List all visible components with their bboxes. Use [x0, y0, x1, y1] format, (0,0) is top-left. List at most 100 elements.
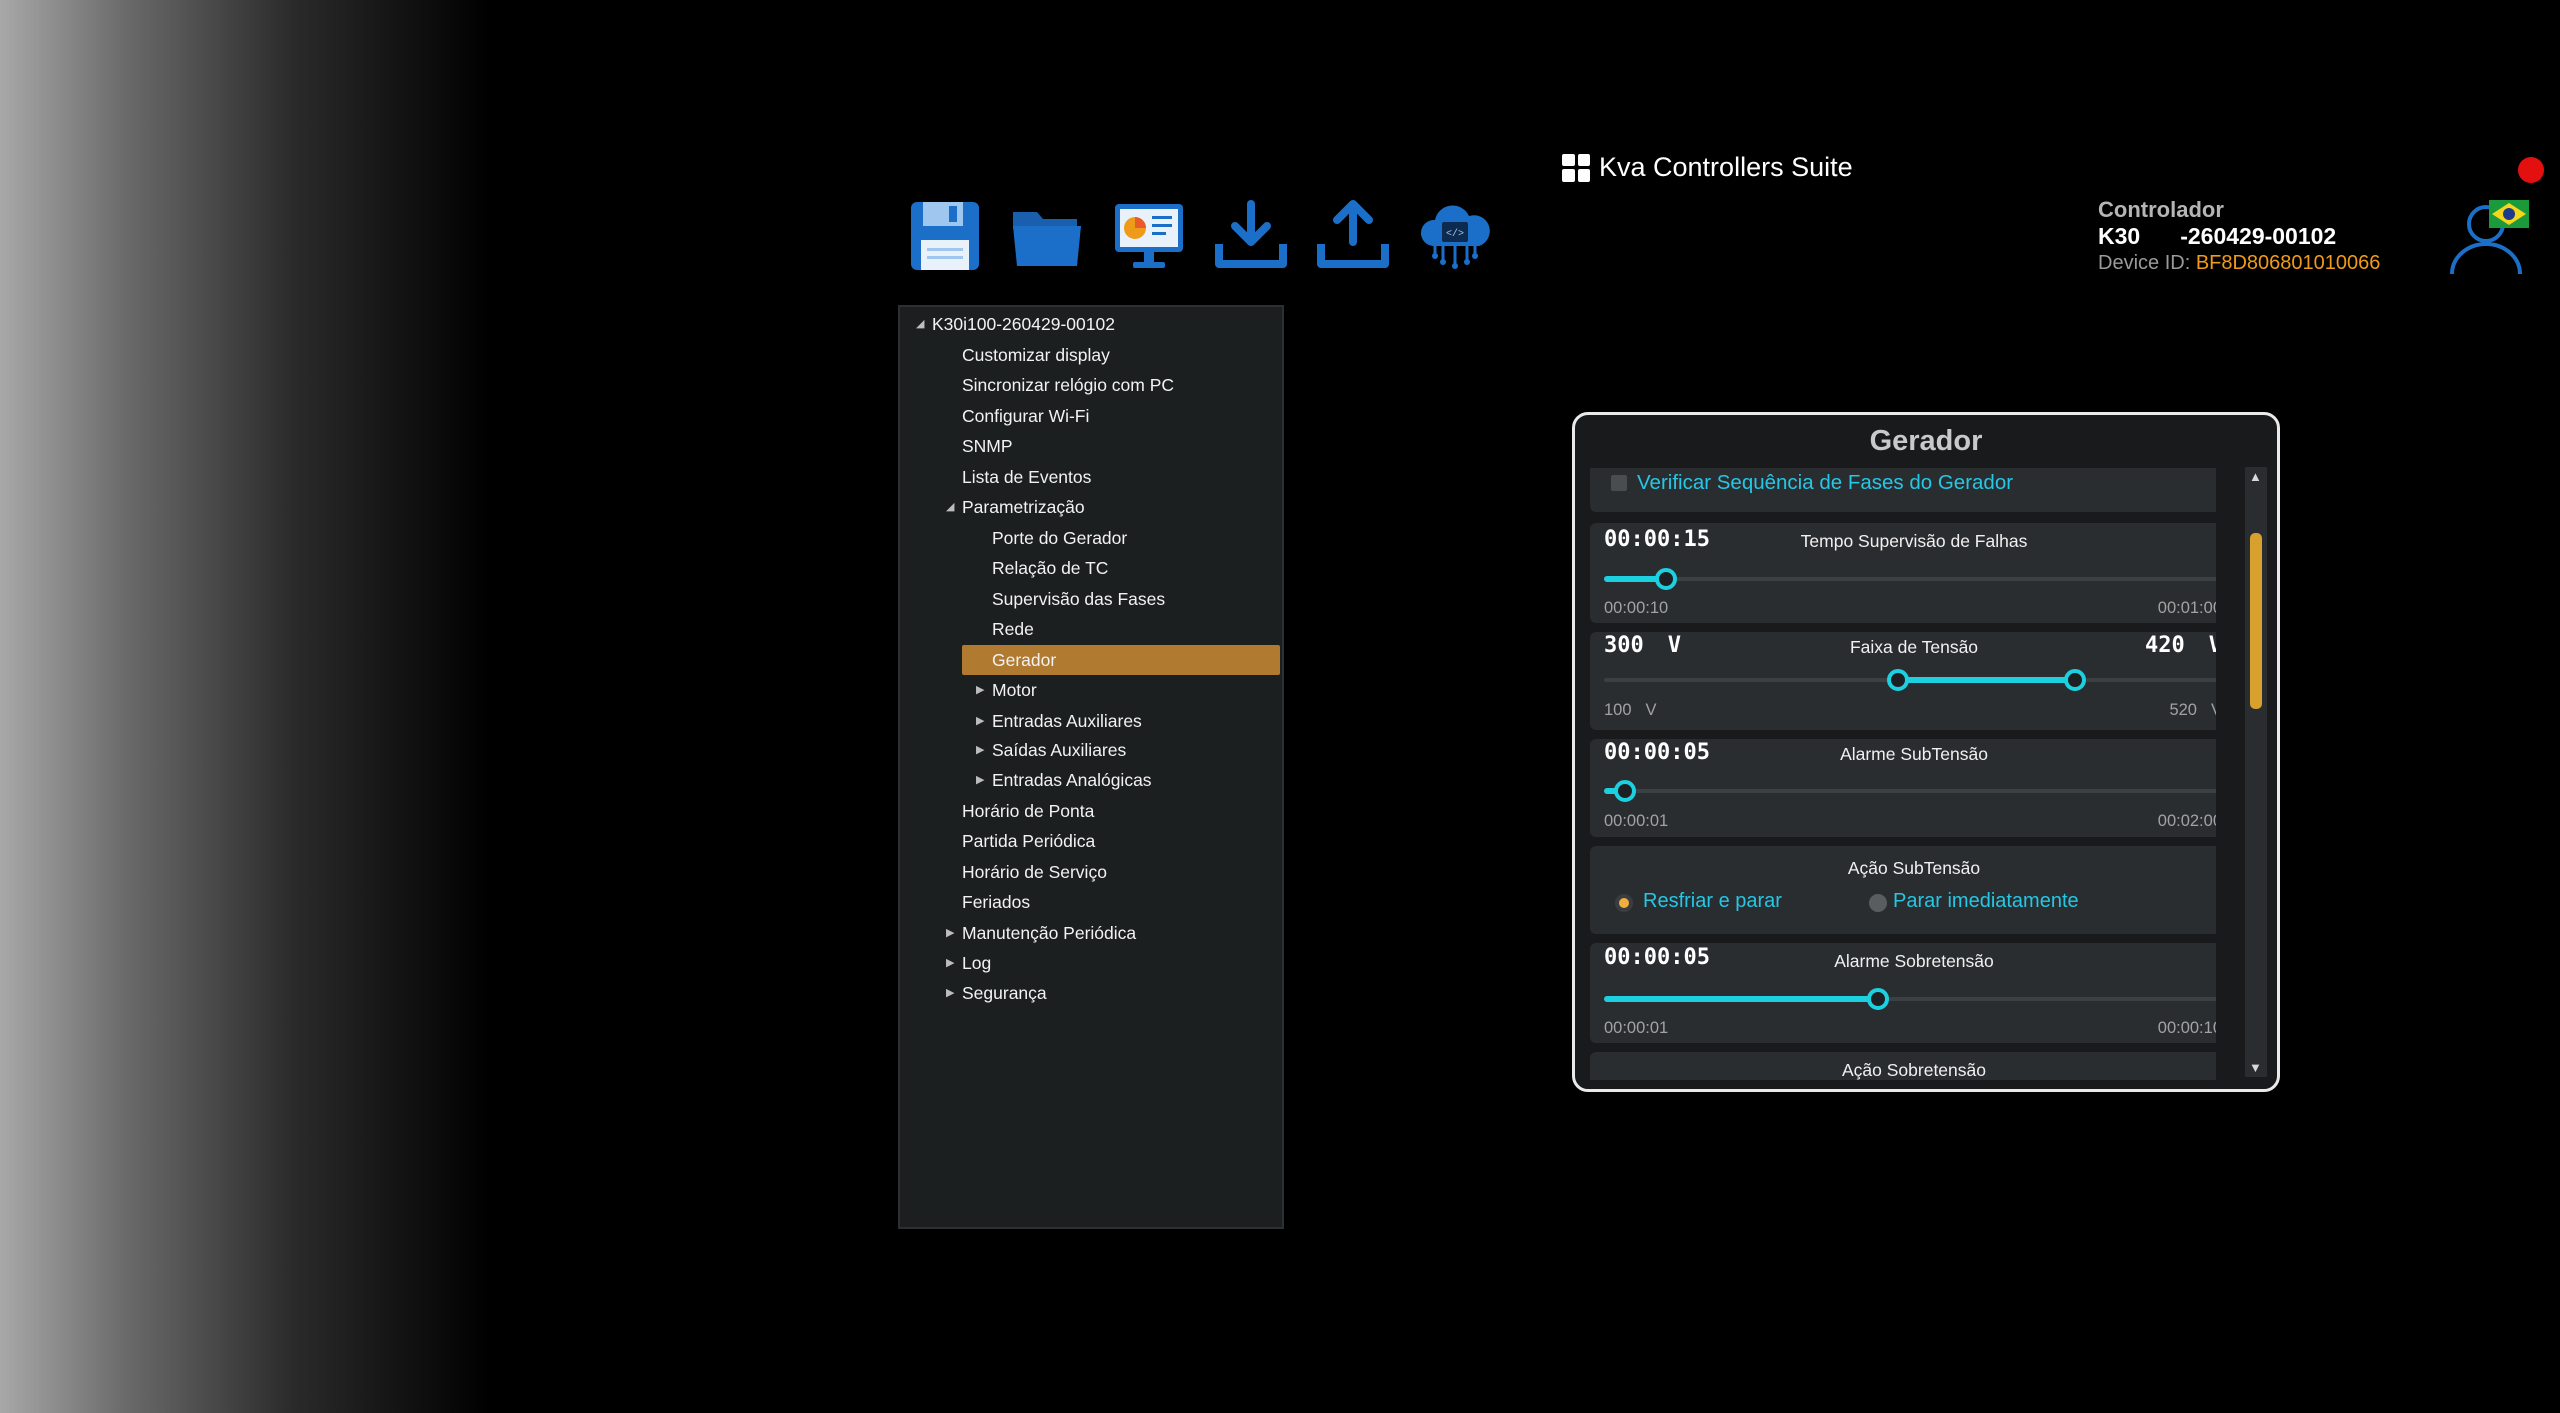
voltage-range-label: Faixa de Tensão	[1849, 637, 1979, 657]
tree-item-rede[interactable]: Rede	[992, 614, 1034, 644]
tree-item-label: Lista de Eventos	[962, 467, 1092, 487]
undervoltage-alarm-track[interactable]	[1604, 789, 2216, 793]
expand-arrow-icon[interactable]: ▶	[976, 675, 984, 705]
undervoltage-option-stop-now-radio[interactable]	[1869, 894, 1887, 912]
tree-item-label: Motor	[992, 680, 1037, 700]
overvoltage-alarm-thumb[interactable]	[1867, 988, 1890, 1010]
undervoltage-alarm-card: 00:00:05 Alarme SubTensão 00:00:01 00:02…	[1590, 739, 2216, 837]
voltage-high-number: 420	[2145, 633, 2185, 658]
scroll-up-arrow-icon[interactable]: ▲	[2249, 469, 2262, 484]
open-folder-button[interactable]	[1007, 196, 1087, 276]
tree-item-seguranca[interactable]: ▶ Segurança	[946, 978, 1047, 1008]
panel-title: Gerador	[1869, 425, 1983, 457]
toolbar: </>	[905, 196, 1495, 276]
tree-item-parametrizacao[interactable]: ◢ Parametrização	[946, 492, 1085, 522]
tree-item-label: Saídas Auxiliares	[992, 740, 1127, 760]
voltage-range-fill	[1898, 677, 2075, 683]
tree-item-feriados[interactable]: Feriados	[962, 887, 1030, 917]
voltage-max-number: 520	[2169, 701, 2197, 719]
monitor-button[interactable]	[1109, 196, 1189, 276]
undervoltage-action-card: Ação SubTensão Resfriar e parar Parar im…	[1590, 846, 2216, 934]
tree-item-relacao-tc[interactable]: Relação de TC	[992, 553, 1108, 583]
tree-item-porte-gerador[interactable]: Porte do Gerador	[992, 523, 1127, 553]
fault-supervision-max: 00:01:00	[2157, 599, 2216, 617]
verify-phase-checkbox[interactable]	[1611, 475, 1627, 491]
svg-text:</>: </>	[1446, 228, 1464, 240]
expand-arrow-icon[interactable]: ▶	[976, 735, 984, 765]
voltage-min-unit: V	[1645, 701, 1657, 719]
tree-item-supervisao-fases[interactable]: Supervisão das Fases	[992, 584, 1165, 614]
tree-item-gerador[interactable]: Gerador	[962, 645, 1280, 675]
expand-arrow-icon[interactable]: ▶	[976, 706, 984, 736]
voltage-high-thumb[interactable]	[2063, 669, 2086, 691]
background-gradient	[0, 0, 700, 1413]
app-title-text: Kva Controllers Suite	[1599, 152, 1853, 182]
verify-phase-label[interactable]: Verificar Sequência de Fases do Gerador	[1637, 471, 2013, 495]
tree-item-sincronizar-relogio[interactable]: Sincronizar relógio com PC	[962, 370, 1174, 400]
fault-supervision-thumb[interactable]	[1654, 568, 1677, 590]
tree-item-label: Gerador	[992, 650, 1057, 670]
panel-scrollbar[interactable]: ▲ ▼	[2245, 467, 2267, 1077]
tree-item-label: Sincronizar relógio com PC	[962, 375, 1175, 395]
device-id-row: Device ID: BF8D806801010066	[2098, 250, 2380, 277]
tree-item-snmp[interactable]: SNMP	[962, 431, 1013, 461]
tree-item-manutencao-periodica[interactable]: ▶ Manutenção Periódica	[946, 918, 1136, 948]
panel-scroll-area[interactable]: Verificar Sequência de Fases do Gerador …	[1590, 468, 2216, 1080]
tree-item-horario-ponta[interactable]: Horário de Ponta	[962, 796, 1094, 826]
cloud-firmware-button[interactable]: </>	[1415, 196, 1495, 276]
generator-panel: Gerador Verificar Sequência de Fases do …	[1572, 412, 2280, 1092]
controller-model-name: K30	[2098, 223, 2141, 249]
scrollbar-thumb[interactable]	[2250, 533, 2262, 709]
undervoltage-alarm-thumb[interactable]	[1614, 780, 1636, 802]
voltage-low-thumb[interactable]	[1887, 669, 1910, 691]
cloud-firmware-icon: </>	[1420, 205, 1490, 269]
voltage-min-number: 100	[1604, 701, 1632, 719]
download-button[interactable]	[1211, 196, 1291, 276]
voltage-high-value: 420 V	[2145, 633, 2216, 658]
save-icon	[911, 202, 979, 270]
tree-item-log[interactable]: ▶ Log	[946, 948, 991, 978]
scroll-down-arrow-icon[interactable]: ▼	[2249, 1060, 2262, 1075]
tree-item-label: Customizar display	[962, 345, 1110, 365]
overvoltage-action-card: Ação Sobretensão	[1590, 1052, 2216, 1080]
fault-supervision-track[interactable]	[1604, 577, 2216, 581]
collapse-arrow-icon[interactable]: ◢	[946, 492, 954, 522]
tree-item-customizar-display[interactable]: Customizar display	[962, 340, 1110, 370]
fault-supervision-label: Tempo Supervisão de Falhas	[1800, 531, 2028, 551]
save-button[interactable]	[905, 196, 985, 276]
undervoltage-alarm-label: Alarme SubTensão	[1840, 744, 1988, 764]
tree-root[interactable]: ◢ K30i100-260429-00102	[916, 309, 1115, 339]
tree-item-horario-servico[interactable]: Horário de Serviço	[962, 857, 1107, 887]
tree-item-label: Parametrização	[962, 497, 1085, 517]
tree-item-configurar-wifi[interactable]: Configurar Wi-Fi	[962, 401, 1089, 431]
tree-item-motor[interactable]: ▶ Motor	[976, 675, 1037, 705]
undervoltage-option-stop-now-label[interactable]: Parar imediatamente	[1893, 890, 2079, 913]
brazil-flag-icon[interactable]	[2489, 200, 2529, 228]
undervoltage-option-cool-stop-label[interactable]: Resfriar e parar	[1643, 890, 1782, 913]
monitor-dashboard-icon	[1115, 204, 1183, 268]
navigation-tree: ◢ K30i100-260429-00102 Customizar displa…	[898, 305, 1284, 1229]
verify-phase-card: Verificar Sequência de Fases do Gerador	[1590, 468, 2216, 512]
tree-item-label: Partida Periódica	[962, 831, 1096, 851]
collapse-arrow-icon[interactable]: ◢	[916, 309, 924, 339]
download-icon	[1215, 200, 1287, 268]
upload-button[interactable]	[1313, 196, 1393, 276]
expand-arrow-icon[interactable]: ▶	[946, 918, 954, 948]
controller-info: Controlador K30 -260429-00102 Device ID: …	[2098, 196, 2380, 277]
tree-item-partida-periodica[interactable]: Partida Periódica	[962, 826, 1095, 856]
voltage-range-max: 520 V	[2169, 701, 2216, 720]
expand-arrow-icon[interactable]: ▶	[946, 978, 954, 1008]
expand-arrow-icon[interactable]: ▶	[946, 948, 954, 978]
tree-item-lista-eventos[interactable]: Lista de Eventos	[962, 462, 1091, 492]
device-id-label: Device ID:	[2098, 252, 2196, 274]
expand-arrow-icon[interactable]: ▶	[976, 765, 984, 795]
controller-model: K30 -260429-00102	[2098, 223, 2380, 250]
undervoltage-option-cool-stop-radio[interactable]	[1615, 894, 1633, 912]
tree-item-saidas-auxiliares[interactable]: ▶ Saídas Auxiliares	[976, 735, 1127, 765]
tree-item-entradas-analogicas[interactable]: ▶ Entradas Analógicas	[976, 765, 1152, 795]
overvoltage-action-label: Ação Sobretensão	[1842, 1060, 1986, 1080]
tree-item-entradas-auxiliares[interactable]: ▶ Entradas Auxiliares	[976, 706, 1142, 736]
tree-item-label: Porte do Gerador	[992, 528, 1128, 548]
app-title: Kva Controllers Suite	[1562, 152, 1853, 183]
connection-status-dot	[2518, 157, 2544, 183]
